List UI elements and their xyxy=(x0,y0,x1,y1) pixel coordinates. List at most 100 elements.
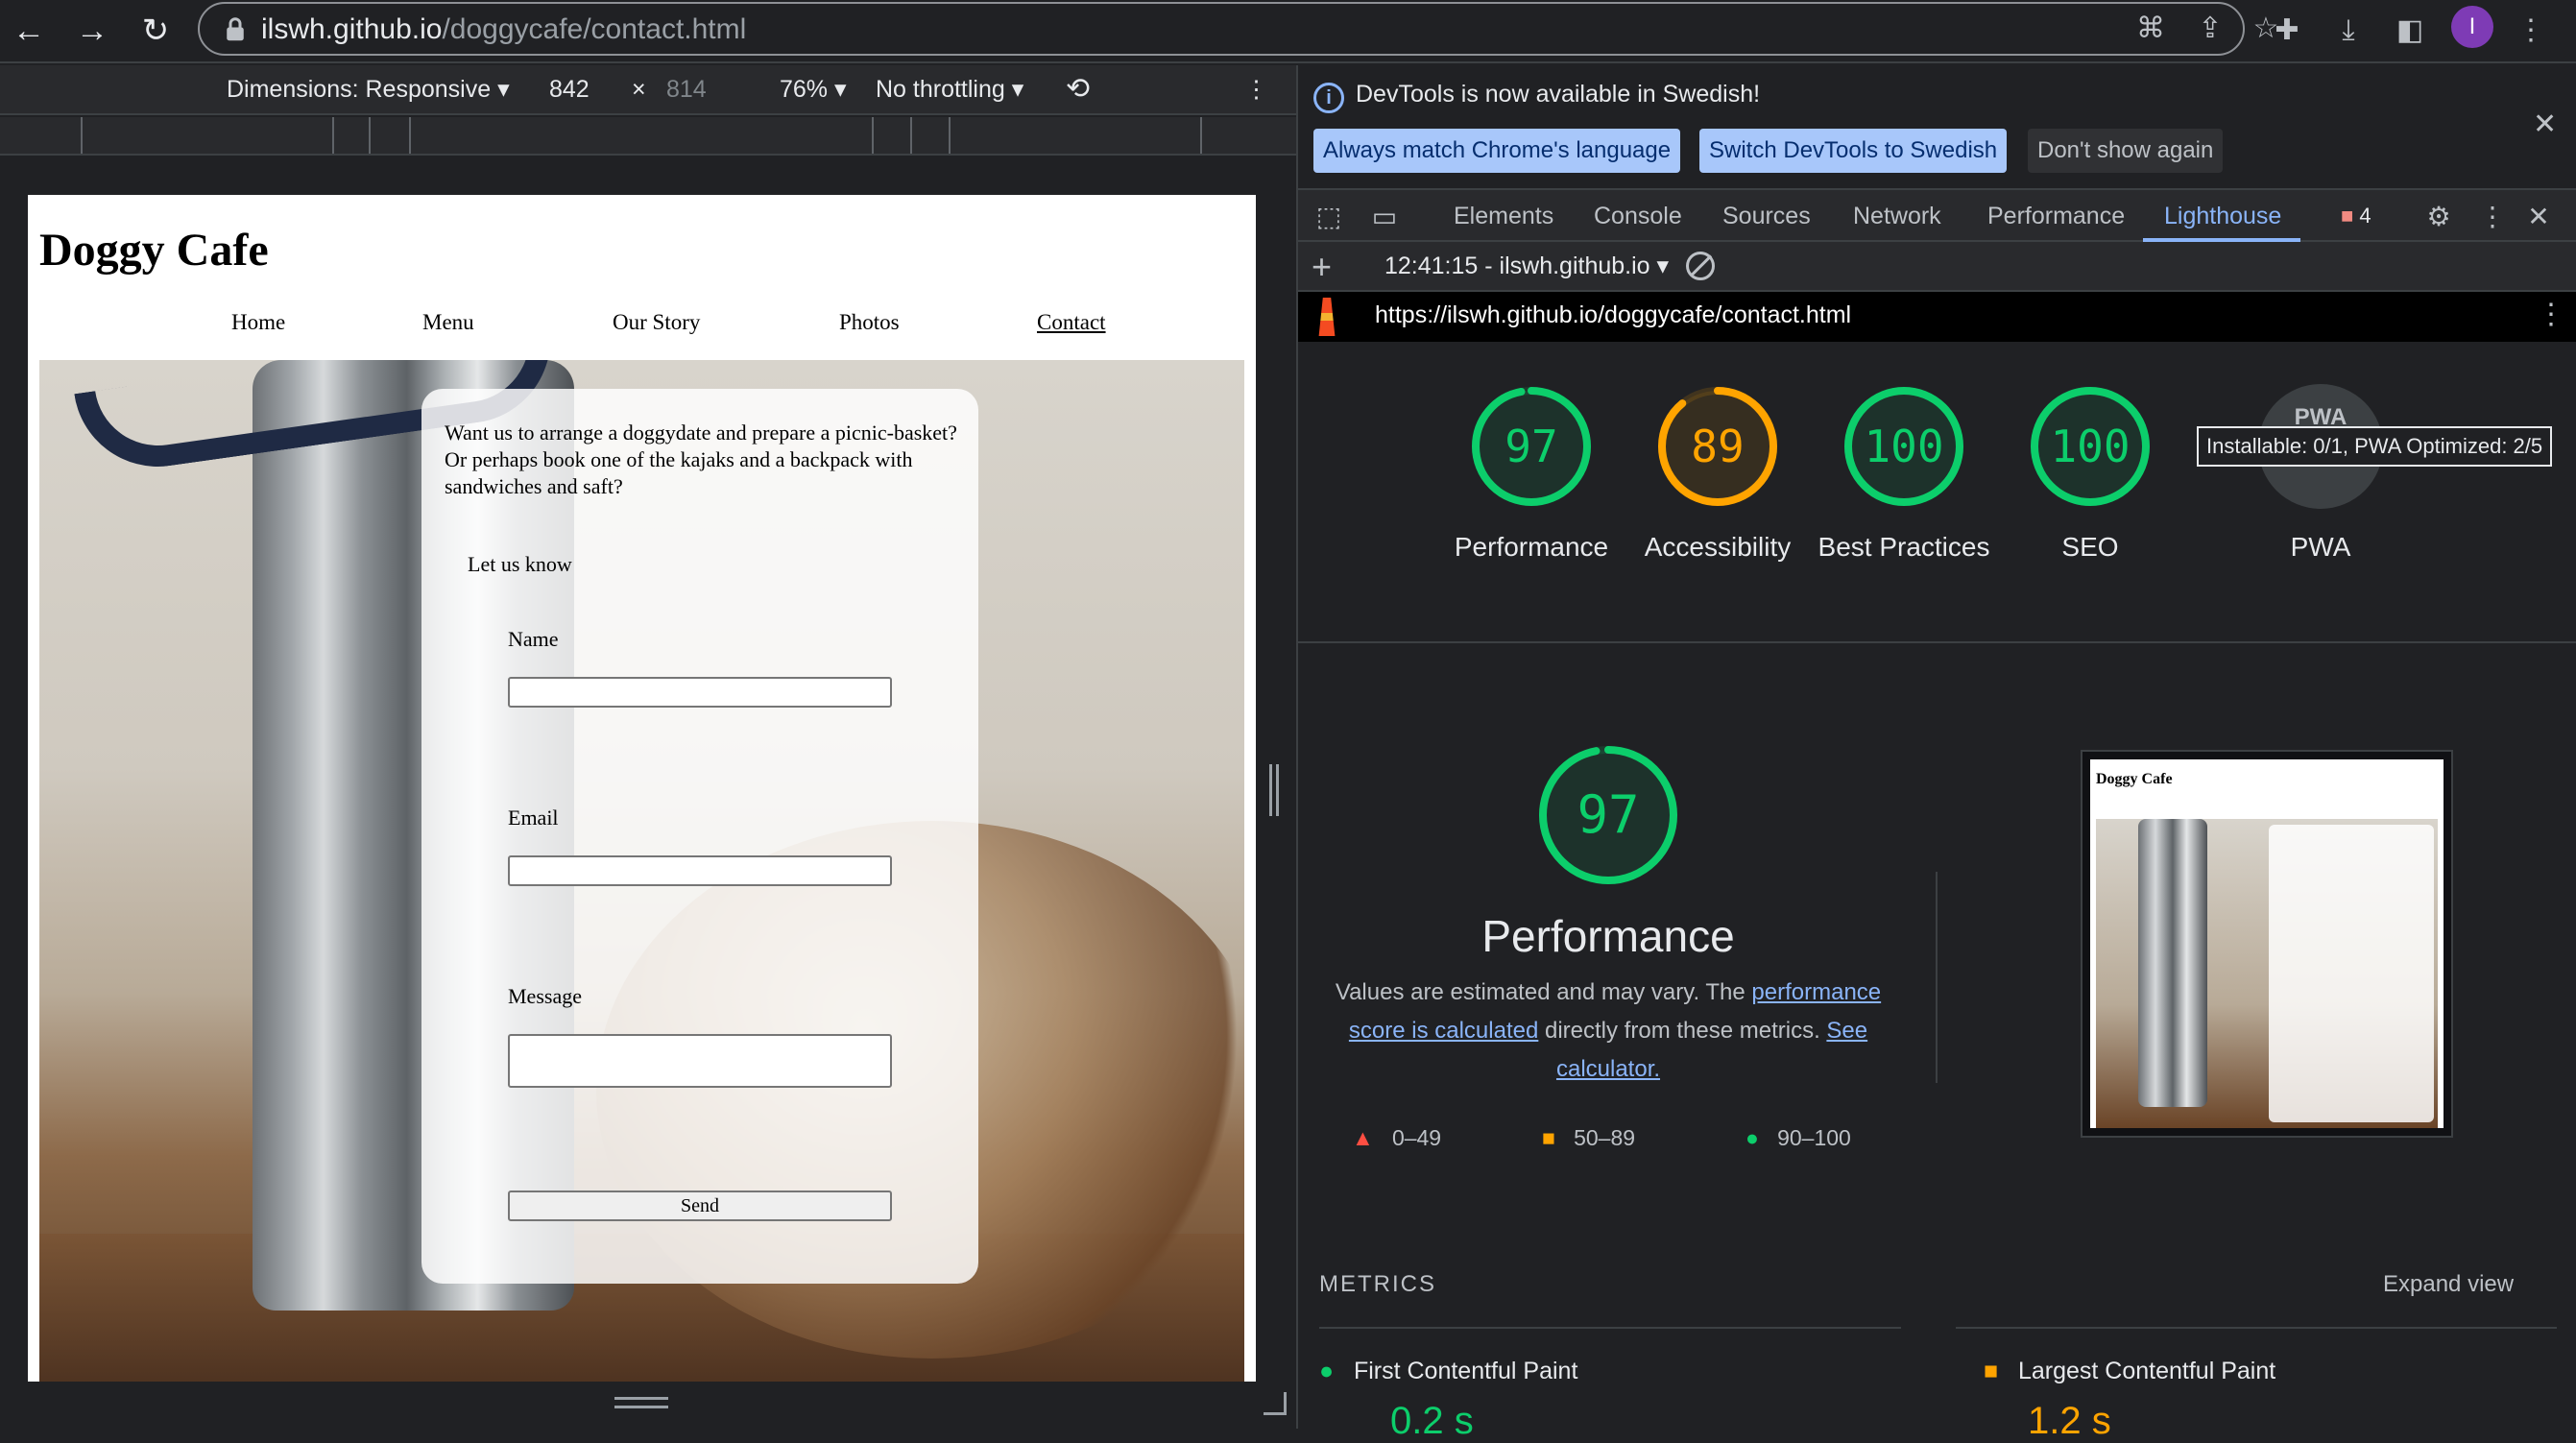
average-square-icon: ■ xyxy=(1984,1358,1999,1384)
gauge-score: 100 xyxy=(2050,421,2131,472)
report-select[interactable]: 12:41:15 - ilswh.github.io ▾ xyxy=(1384,252,1669,280)
dont-show-again-button[interactable]: Don't show again xyxy=(2028,129,2224,173)
pass-circle-icon: ● xyxy=(1319,1358,1335,1384)
form-intro: Want us to arrange a doggydate and prepa… xyxy=(445,420,963,500)
side-panel-icon[interactable]: ◧ xyxy=(2389,10,2431,52)
section-divider xyxy=(1298,641,2576,643)
report-url[interactable]: https://ilswh.github.io/doggycafe/contac… xyxy=(1375,301,1851,329)
clear-reports-icon[interactable] xyxy=(1686,252,1715,280)
gauge-label-pwa: PWA xyxy=(2290,532,2351,562)
nav-contact[interactable]: Contact xyxy=(1037,310,1106,335)
forward-arrow-icon[interactable]: → xyxy=(67,6,117,56)
error-badge[interactable]: ■ 4 xyxy=(2341,204,2371,228)
devtools-tabbar: ⬚ ▭ Elements Console Sources Network Per… xyxy=(1298,190,2576,242)
infobar-message: DevTools is now available in Swedish! xyxy=(1356,81,1761,108)
devtools-more-icon[interactable]: ⋮ xyxy=(2475,200,2510,234)
score-gauge-performance[interactable]: 97 xyxy=(1469,384,1594,509)
tab-lighthouse[interactable]: Lighthouse xyxy=(2164,200,2281,232)
desc-text-mid: directly from these metrics. xyxy=(1538,1018,1827,1044)
devtools-panel: i DevTools is now available in Swedish! … xyxy=(1296,65,2576,1442)
device-toggle-icon[interactable]: ▭ xyxy=(1367,200,1402,234)
reload-icon[interactable]: ↻ xyxy=(131,6,181,56)
language-infobar: i DevTools is now available in Swedish! … xyxy=(1298,65,2576,190)
thumbnail-page: Doggy Cafe xyxy=(2090,759,2444,1128)
desc-text: Values are estimated and may vary. The xyxy=(1335,979,1752,1005)
performance-detail-title: Performance xyxy=(1481,911,1735,961)
height-input[interactable]: 814 xyxy=(666,73,707,106)
download-icon[interactable]: ⤓ xyxy=(2327,10,2370,52)
throttling-select[interactable]: No throttling ▾ xyxy=(876,73,1023,106)
tab-network[interactable]: Network xyxy=(1853,200,1941,232)
media-query-ruler[interactable] xyxy=(0,117,1296,156)
switch-language-button[interactable]: Switch DevTools to Swedish xyxy=(1699,129,2008,173)
address-bar[interactable]: ilswh.github.io/doggycafe/contact.html ⌘… xyxy=(198,2,2278,56)
panel-split-handle[interactable] xyxy=(1269,764,1279,816)
nav-menu[interactable]: Menu xyxy=(422,310,474,335)
final-screenshot-thumbnail[interactable]: Doggy Cafe xyxy=(2081,750,2453,1138)
new-report-icon[interactable]: + xyxy=(1312,248,1332,286)
lighthouse-logo-icon xyxy=(1318,298,1336,336)
message-textarea[interactable] xyxy=(508,1034,892,1088)
dimensions-select[interactable]: Dimensions: Responsive ▾ xyxy=(227,73,510,106)
devtools-close-icon[interactable]: ✕ xyxy=(2521,200,2556,234)
metric-fcp-value: 0.2 s xyxy=(1390,1400,1474,1442)
match-language-button[interactable]: Always match Chrome's language xyxy=(1313,129,1681,173)
inspect-element-icon[interactable]: ⬚ xyxy=(1312,200,1346,234)
square-icon: ■ xyxy=(1542,1125,1555,1150)
rotate-icon[interactable]: ⟲ xyxy=(1066,73,1090,106)
gauge-label-performance: Performance xyxy=(1454,532,1609,562)
score-gauge-seo[interactable]: 100 xyxy=(2028,384,2153,509)
viewport-corner-handle[interactable] xyxy=(1264,1392,1287,1415)
close-icon[interactable]: ✕ xyxy=(2533,108,2557,141)
email-label: Email xyxy=(508,806,559,830)
circle-icon: ● xyxy=(1745,1125,1759,1150)
pwa-tooltip: Installable: 0/1, PWA Optimized: 2/5 xyxy=(2197,426,2553,467)
metric-lcp-value: 1.2 s xyxy=(2028,1400,2111,1442)
expand-view-toggle[interactable]: Expand view xyxy=(2383,1271,2514,1298)
legend-pass: ● 90–100 xyxy=(1745,1125,1851,1150)
gauge-score: 89 xyxy=(1691,421,1745,472)
score-gauge-accessibility[interactable]: 89 xyxy=(1655,384,1780,509)
more-menu-icon[interactable]: ⋮ xyxy=(2510,10,2552,52)
zoom-select[interactable]: 76% ▾ xyxy=(780,73,847,106)
dimension-separator: × xyxy=(632,76,646,103)
translate-icon[interactable]: ⌘ xyxy=(2130,8,2172,50)
settings-gear-icon[interactable]: ⚙ xyxy=(2421,200,2456,234)
vertical-divider xyxy=(1936,872,1938,1083)
nav-our-story[interactable]: Our Story xyxy=(613,310,700,335)
nav-photos[interactable]: Photos xyxy=(839,310,900,335)
url-text: ilswh.github.io/doggycafe/contact.html xyxy=(261,13,747,45)
tab-sources[interactable]: Sources xyxy=(1722,200,1811,232)
name-label: Name xyxy=(508,627,559,651)
device-toolbar: Dimensions: Responsive ▾ 842 × 814 76% ▾… xyxy=(0,65,1296,115)
tab-performance[interactable]: Performance xyxy=(1987,200,2125,232)
viewport-resize-handle[interactable] xyxy=(614,1397,668,1408)
emulated-page: Doggy Cafe Home Menu Our Story Photos Co… xyxy=(28,195,1256,1382)
metrics-rule-right xyxy=(1956,1327,2557,1329)
performance-detail-gauge: 97 xyxy=(1536,743,1680,887)
site-title: Doggy Cafe xyxy=(39,225,269,276)
thumb-bottle xyxy=(2138,819,2207,1107)
name-input[interactable] xyxy=(508,677,892,708)
nav-home[interactable]: Home xyxy=(231,310,285,335)
email-input[interactable] xyxy=(508,855,892,886)
error-flag-icon: ■ xyxy=(2341,204,2354,228)
tab-elements[interactable]: Elements xyxy=(1454,200,1553,232)
device-more-icon[interactable]: ⋮ xyxy=(1244,73,1268,106)
report-menu-icon[interactable]: ⋮ xyxy=(2537,298,2565,331)
profile-avatar[interactable]: I xyxy=(2451,6,2493,48)
share-icon[interactable]: ⇪ xyxy=(2189,8,2231,50)
gauge-label-seo: SEO xyxy=(2061,532,2119,562)
metric-fcp: ● First Contentful Paint xyxy=(1319,1358,1578,1384)
legend-fail: ▲ 0–49 xyxy=(1352,1125,1442,1150)
width-input[interactable]: 842 xyxy=(549,73,590,106)
detail-score: 97 xyxy=(1577,784,1640,845)
metric-lcp: ■ Largest Contentful Paint xyxy=(1984,1358,2276,1384)
back-arrow-icon[interactable]: ← xyxy=(4,6,54,56)
tab-console[interactable]: Console xyxy=(1594,200,1682,232)
send-button[interactable]: Send xyxy=(508,1190,892,1221)
extensions-icon[interactable]: ✚ xyxy=(2266,10,2308,52)
message-label: Message xyxy=(508,984,582,1008)
score-gauge-best-practices[interactable]: 100 xyxy=(1842,384,1966,509)
hero-photo: Want us to arrange a doggydate and prepa… xyxy=(39,360,1244,1382)
